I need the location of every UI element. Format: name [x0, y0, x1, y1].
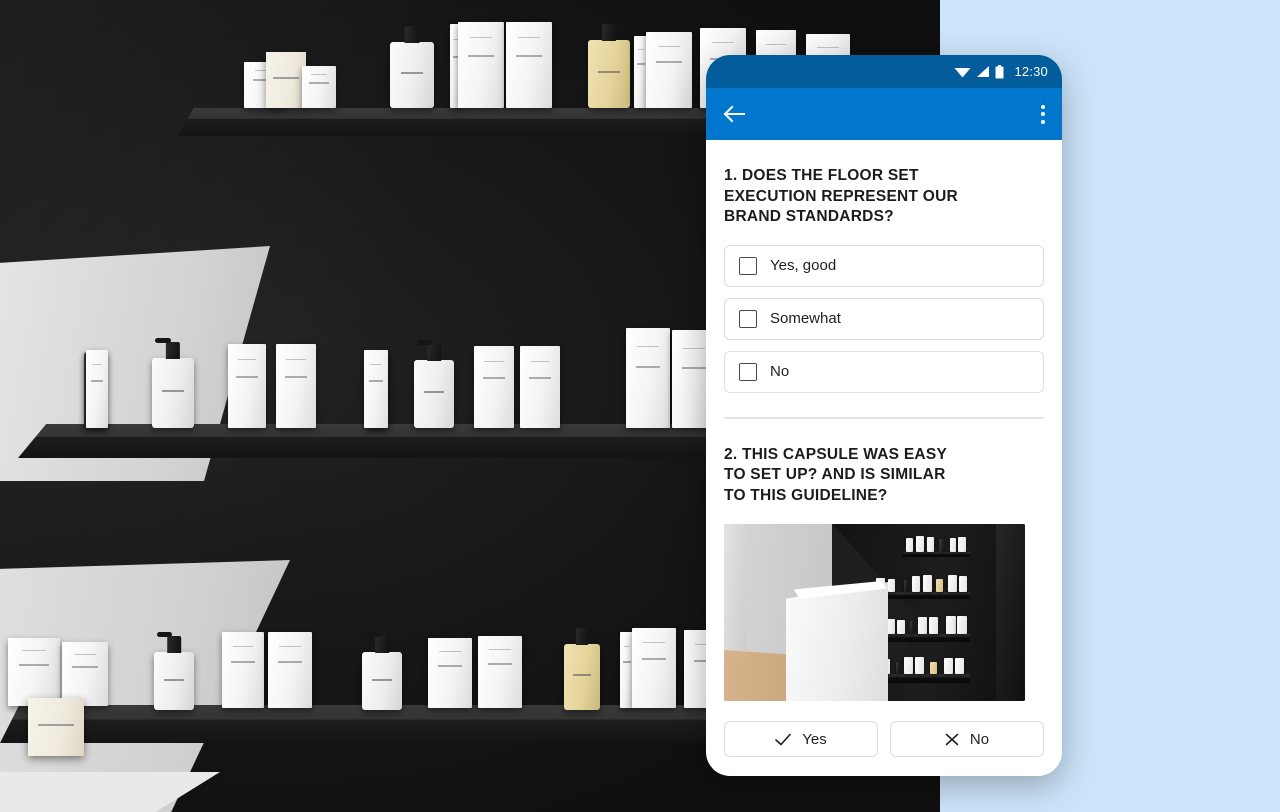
thumb-product	[897, 620, 905, 634]
render-product-box	[474, 346, 514, 428]
question-2-buttons: Yes No	[724, 721, 1044, 776]
thumb-product	[946, 616, 956, 634]
render-product-box	[520, 346, 560, 428]
thumb-product	[888, 579, 895, 592]
render-product-box	[86, 350, 108, 428]
thumb-shelf	[902, 552, 970, 557]
render-product-bottle-amber	[564, 628, 600, 710]
render-product-box	[62, 642, 108, 706]
thumb-product	[904, 657, 913, 674]
thumb-product	[948, 575, 957, 592]
overflow-menu-icon[interactable]	[1041, 104, 1045, 124]
thumb-door-jamb	[724, 524, 746, 654]
thumb-product	[929, 617, 938, 634]
thumb-product	[910, 621, 913, 634]
thumb-product	[955, 658, 964, 674]
render-product-box	[428, 638, 472, 708]
wifi-icon	[954, 65, 971, 78]
thumb-product	[906, 538, 913, 552]
render-product-box	[302, 66, 336, 108]
question-2-title: 2. THIS CAPSULE WAS EASY TO SET UP? AND …	[724, 445, 948, 504]
checkbox-icon[interactable]	[739, 256, 757, 275]
thumb-product	[923, 575, 932, 592]
thumb-product	[904, 580, 907, 592]
render-product-box	[364, 350, 388, 428]
render-product-box	[626, 328, 670, 428]
app-bar	[706, 88, 1062, 140]
thumb-product	[927, 537, 934, 552]
phone-mockup: 12:30 1. DOES THE FLOOR SET EXECUTION RE…	[706, 55, 1062, 776]
render-product-candle	[266, 52, 306, 108]
render-product-box	[8, 638, 60, 706]
yes-button[interactable]: Yes	[724, 721, 878, 757]
thumb-product	[916, 536, 924, 552]
thumb-product	[918, 617, 927, 634]
option-yes-good[interactable]: Yes, good	[724, 244, 1044, 287]
render-product-box	[458, 22, 504, 108]
thumb-product-amber	[930, 662, 937, 674]
no-button[interactable]: No	[890, 721, 1044, 757]
question-1-options: Yes, good Somewhat No	[724, 244, 1044, 393]
option-label: Yes, good	[770, 257, 837, 274]
thumb-product	[958, 537, 966, 552]
render-product-bottle-amber	[588, 24, 630, 108]
question-1-title: 1. DOES THE FLOOR SET EXECUTION REPRESEN…	[724, 167, 958, 225]
thumb-product	[944, 658, 953, 674]
render-product-box	[276, 344, 316, 428]
check-icon	[775, 733, 792, 746]
option-label: No	[770, 363, 790, 380]
guideline-reference-image[interactable]	[724, 524, 1025, 701]
render-product-bottle	[390, 26, 434, 108]
thumb-counter	[786, 582, 888, 701]
question-2-block: 2. THIS CAPSULE WAS EASY TO SET UP? AND …	[724, 419, 1044, 777]
render-product-candle	[28, 698, 84, 756]
thumb-product	[912, 576, 920, 592]
render-product-box	[228, 344, 266, 428]
render-product-bottle	[414, 340, 454, 428]
thumb-product	[896, 662, 899, 674]
survey-content: 1. DOES THE FLOOR SET EXECUTION REPRESEN…	[706, 140, 1062, 776]
yes-button-label: Yes	[802, 730, 827, 748]
battery-icon	[995, 64, 1004, 79]
thumb-product	[950, 538, 956, 552]
option-label: Somewhat	[770, 310, 841, 327]
thumb-product	[959, 576, 967, 592]
thumb-product	[957, 616, 967, 634]
thumb-product	[939, 539, 944, 552]
render-product-box	[646, 32, 692, 108]
close-icon	[945, 733, 959, 746]
option-no[interactable]: No	[724, 350, 1044, 393]
screen-root: 12:30 1. DOES THE FLOOR SET EXECUTION RE…	[0, 0, 1280, 812]
checkbox-icon[interactable]	[739, 362, 757, 381]
back-arrow-icon[interactable]	[723, 105, 745, 123]
no-button-label: No	[969, 730, 990, 748]
render-product-bottle	[152, 338, 194, 428]
render-product-box	[222, 632, 264, 708]
render-product-bottle	[154, 632, 194, 710]
signal-icon	[976, 65, 990, 78]
status-icons	[954, 64, 1004, 79]
status-time: 12:30	[1014, 64, 1048, 79]
render-product-box	[506, 22, 552, 108]
checkbox-icon[interactable]	[739, 309, 757, 328]
render-product-box	[632, 628, 676, 708]
option-somewhat[interactable]: Somewhat	[724, 297, 1044, 340]
thumb-dark-wall-edge	[996, 524, 1025, 701]
question-1-block: 1. DOES THE FLOOR SET EXECUTION REPRESEN…	[724, 140, 1044, 411]
render-product-box	[268, 632, 312, 708]
render-product-box	[478, 636, 522, 708]
status-bar: 12:30	[706, 55, 1062, 88]
thumb-product-amber	[936, 579, 943, 592]
thumb-product	[915, 657, 924, 674]
render-product-bottle	[362, 632, 402, 710]
